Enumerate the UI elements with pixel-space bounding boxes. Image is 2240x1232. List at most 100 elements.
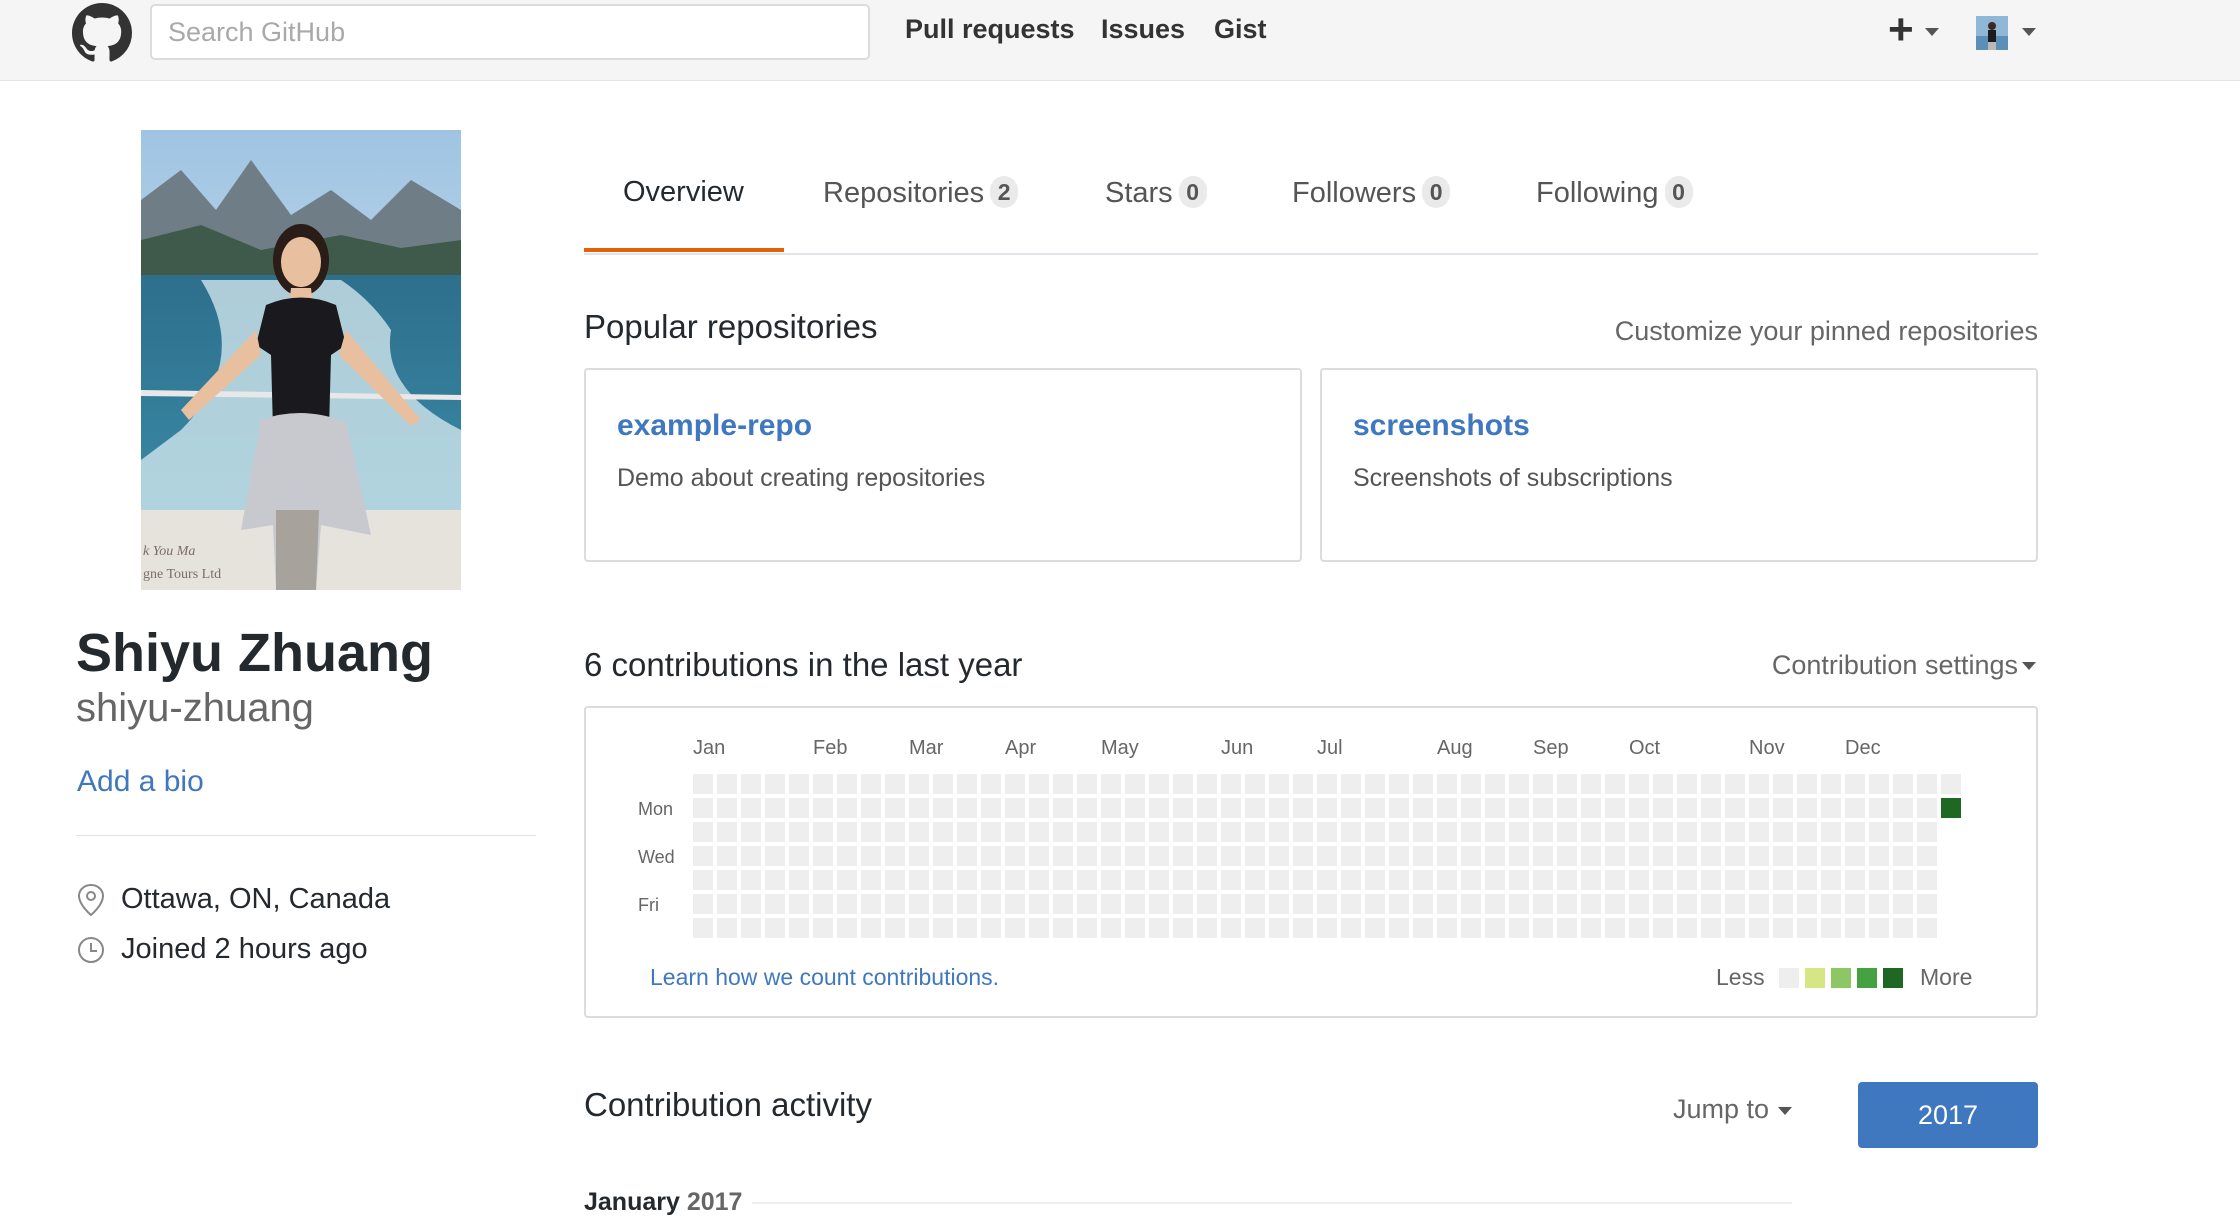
contribution-day[interactable] [837, 822, 857, 842]
contribution-day[interactable] [1341, 774, 1361, 794]
chevron-down-icon[interactable] [2022, 28, 2036, 36]
contribution-day[interactable] [789, 774, 809, 794]
contribution-day[interactable] [1557, 774, 1577, 794]
contribution-day[interactable] [1293, 846, 1313, 866]
contribution-day[interactable] [1749, 894, 1769, 914]
plus-icon[interactable]: + [1888, 6, 1914, 54]
contribution-day[interactable] [981, 798, 1001, 818]
contribution-day[interactable] [885, 894, 905, 914]
contribution-day[interactable] [1389, 822, 1409, 842]
jump-to-dropdown[interactable]: Jump to [1673, 1094, 1769, 1125]
contribution-day[interactable] [1221, 846, 1241, 866]
contribution-day[interactable] [1197, 846, 1217, 866]
contribution-day[interactable] [1653, 870, 1673, 890]
contribution-day[interactable] [1077, 774, 1097, 794]
contribution-day[interactable] [1317, 798, 1337, 818]
contribution-day[interactable] [1389, 918, 1409, 938]
contribution-day[interactable] [1221, 798, 1241, 818]
contribution-day[interactable] [1581, 774, 1601, 794]
contribution-day[interactable] [1725, 870, 1745, 890]
contribution-day[interactable] [1749, 918, 1769, 938]
contribution-day[interactable] [717, 798, 737, 818]
contribution-day[interactable] [837, 798, 857, 818]
contribution-day[interactable] [1317, 822, 1337, 842]
contribution-day[interactable] [1341, 894, 1361, 914]
contribution-day[interactable] [1125, 822, 1145, 842]
contribution-day[interactable] [813, 894, 833, 914]
contribution-day[interactable] [1725, 798, 1745, 818]
contribution-day[interactable] [1077, 918, 1097, 938]
contribution-day[interactable] [1893, 774, 1913, 794]
contribution-day[interactable] [1773, 894, 1793, 914]
contribution-day[interactable] [789, 918, 809, 938]
contribution-day[interactable] [1101, 918, 1121, 938]
contribution-day[interactable] [1029, 774, 1049, 794]
contribution-day[interactable] [1749, 798, 1769, 818]
contribution-day[interactable] [1197, 894, 1217, 914]
year-2017-button[interactable]: 2017 [1858, 1082, 2038, 1148]
contribution-day[interactable] [909, 846, 929, 866]
contribution-day[interactable] [1245, 822, 1265, 842]
contribution-day[interactable] [1701, 798, 1721, 818]
contribution-day[interactable] [1821, 822, 1841, 842]
contribution-day[interactable] [837, 870, 857, 890]
contribution-day[interactable] [1629, 894, 1649, 914]
contribution-day[interactable] [1581, 918, 1601, 938]
contribution-day[interactable] [1533, 822, 1553, 842]
search-input[interactable] [150, 4, 870, 60]
contribution-day[interactable] [1365, 822, 1385, 842]
contribution-day[interactable] [909, 894, 929, 914]
contribution-day[interactable] [1917, 918, 1937, 938]
contribution-day[interactable] [1845, 798, 1865, 818]
contribution-day[interactable] [1437, 870, 1457, 890]
contribution-day[interactable] [1005, 918, 1025, 938]
contribution-day[interactable] [1773, 870, 1793, 890]
contribution-day[interactable] [1509, 798, 1529, 818]
contribution-day[interactable] [957, 894, 977, 914]
contribution-day[interactable] [1869, 774, 1889, 794]
contribution-day[interactable] [1101, 798, 1121, 818]
contribution-day[interactable] [885, 774, 905, 794]
contribution-day[interactable] [909, 918, 929, 938]
contribution-day[interactable] [1293, 798, 1313, 818]
contribution-day[interactable] [1173, 798, 1193, 818]
contribution-day[interactable] [1053, 774, 1073, 794]
contribution-day[interactable] [1533, 894, 1553, 914]
contribution-day[interactable] [1149, 822, 1169, 842]
contribution-day[interactable] [1845, 774, 1865, 794]
contribution-day[interactable] [1485, 798, 1505, 818]
contribution-day[interactable] [1821, 894, 1841, 914]
contribution-day[interactable] [1773, 774, 1793, 794]
contribution-day[interactable] [1077, 870, 1097, 890]
contribution-day[interactable] [1605, 798, 1625, 818]
contribution-day[interactable] [1293, 918, 1313, 938]
contribution-day[interactable] [1461, 870, 1481, 890]
contribution-day[interactable] [1677, 894, 1697, 914]
contribution-day[interactable] [1701, 822, 1721, 842]
contribution-day[interactable] [1005, 894, 1025, 914]
contribution-day[interactable] [1149, 870, 1169, 890]
contribution-day[interactable] [1245, 798, 1265, 818]
contribution-day[interactable] [1509, 774, 1529, 794]
contribution-day[interactable] [1341, 846, 1361, 866]
tab-following[interactable]: Following 0 [1536, 176, 1693, 210]
contribution-day[interactable] [1197, 822, 1217, 842]
contribution-day[interactable] [1485, 846, 1505, 866]
contribution-day[interactable] [861, 894, 881, 914]
contribution-day[interactable] [1917, 870, 1937, 890]
contribution-day[interactable] [1677, 918, 1697, 938]
nav-issues[interactable]: Issues [1101, 14, 1185, 45]
contribution-day[interactable] [1845, 894, 1865, 914]
contribution-day[interactable] [1629, 918, 1649, 938]
contribution-day[interactable] [1677, 870, 1697, 890]
contribution-day[interactable] [981, 894, 1001, 914]
contribution-day[interactable] [1221, 822, 1241, 842]
contribution-day[interactable] [1269, 774, 1289, 794]
profile-avatar[interactable]: k You Ma gne Tours Ltd [141, 130, 461, 590]
contribution-day[interactable] [1581, 894, 1601, 914]
contribution-day[interactable] [789, 798, 809, 818]
contribution-day[interactable] [861, 798, 881, 818]
contribution-day[interactable] [741, 870, 761, 890]
contribution-day[interactable] [981, 870, 1001, 890]
learn-contributions-link[interactable]: Learn how we count contributions. [650, 964, 999, 991]
